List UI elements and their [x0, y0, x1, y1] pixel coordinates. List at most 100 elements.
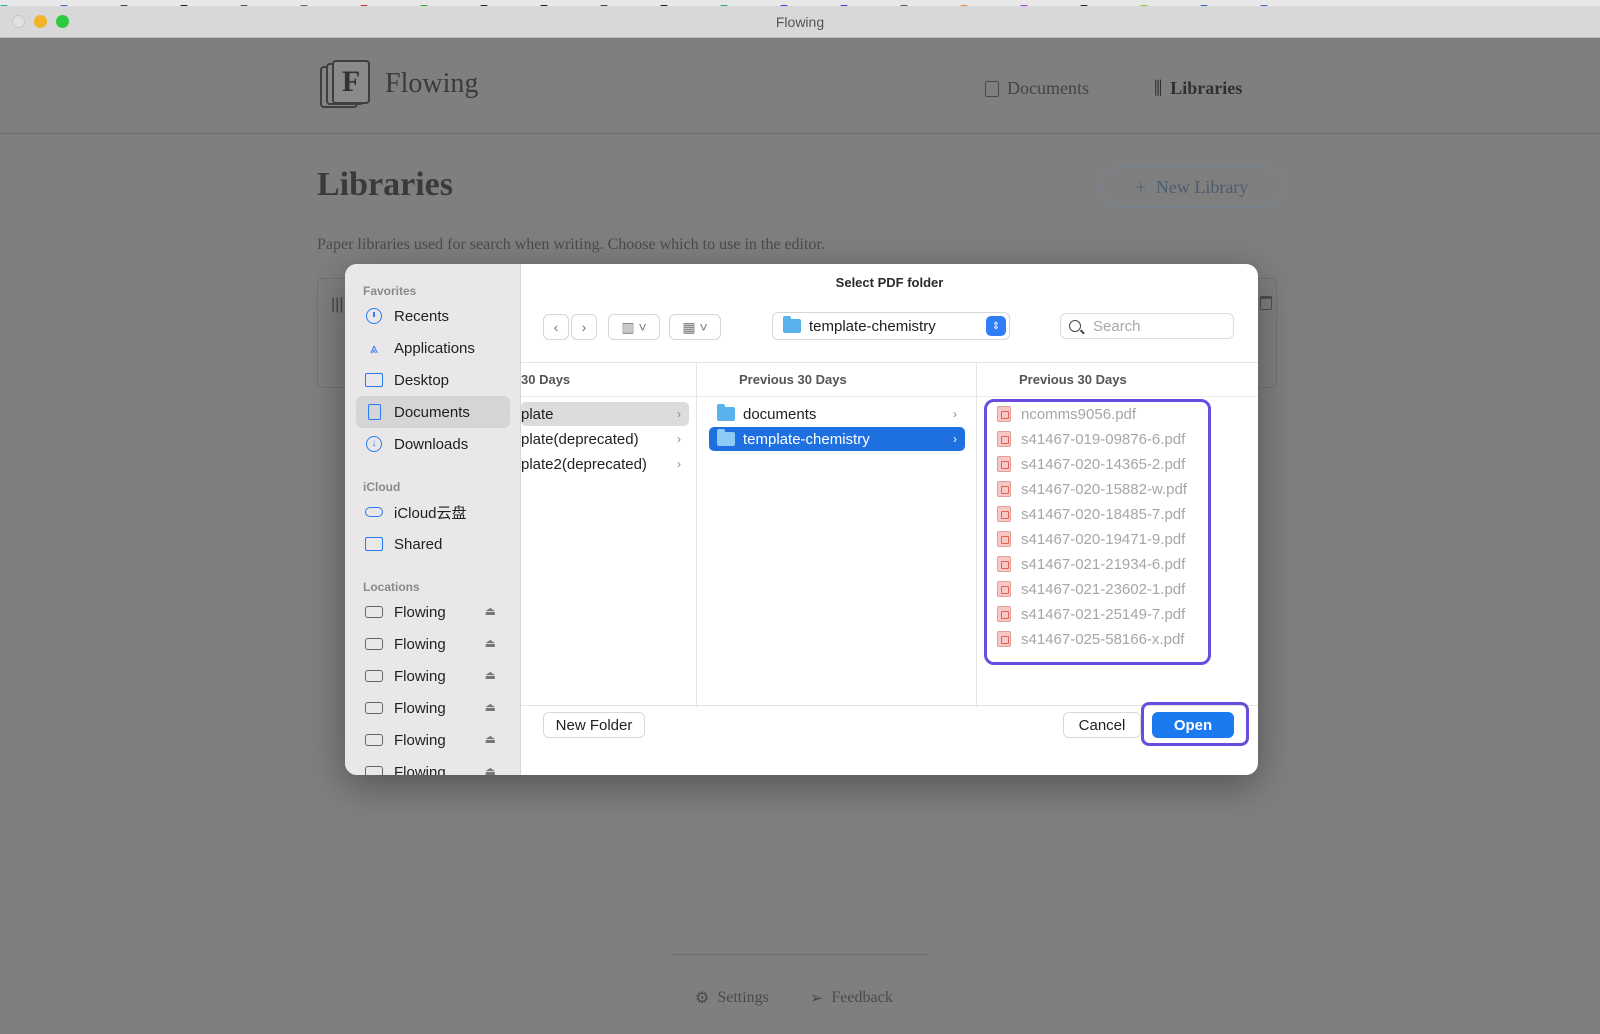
- column-browser: 30 Days plate › plate(deprecated) › plat…: [521, 362, 1258, 707]
- applications-icon: ⩓: [370, 339, 378, 356]
- sidebar-item-downloads[interactable]: ↓ Downloads: [356, 428, 510, 460]
- search-icon: [1069, 320, 1081, 332]
- item-label: plate2(deprecated): [521, 455, 647, 473]
- sidebar-item-label: Shared: [394, 535, 443, 553]
- chevron-right-icon: ›: [677, 457, 681, 471]
- desktop-icon: [365, 373, 383, 387]
- back-button[interactable]: ‹: [543, 314, 569, 340]
- new-library-label: New Library: [1155, 176, 1249, 197]
- sidebar-item-icloud-drive[interactable]: iCloud云盘: [356, 496, 510, 528]
- plus-icon: +: [1135, 176, 1146, 197]
- feedback-label: Feedback: [831, 989, 893, 1006]
- settings-label: Settings: [717, 989, 769, 1006]
- download-icon: ↓: [366, 436, 382, 452]
- icloud-section-label: iCloud: [363, 480, 401, 494]
- sidebar-item-label: Flowing: [394, 667, 446, 685]
- nav-libraries[interactable]: ⫼ Libraries: [1154, 78, 1242, 99]
- chevron-right-icon: ›: [953, 432, 957, 446]
- chevron-right-icon: ›: [677, 432, 681, 446]
- drive-icon: [365, 638, 383, 650]
- item-label: plate: [521, 405, 554, 423]
- search-field[interactable]: Search: [1060, 313, 1234, 339]
- new-folder-button[interactable]: New Folder: [543, 712, 645, 738]
- eject-icon[interactable]: ⏏: [485, 700, 496, 714]
- gear-icon: ⚙: [695, 990, 710, 1007]
- item-label: documents: [743, 405, 817, 423]
- browser-column: Previous 30 Days documents › template-ch…: [697, 363, 977, 707]
- search-placeholder: Search: [1093, 317, 1141, 335]
- sidebar-item-label: Flowing: [394, 731, 446, 749]
- sidebar-item-label: Flowing: [394, 635, 446, 653]
- browser-column: 30 Days plate › plate(deprecated) › plat…: [521, 363, 697, 707]
- sidebar-item-label: Flowing: [394, 699, 446, 717]
- shared-folder-icon: [365, 537, 383, 551]
- app-header: F Flowing Documents ⫼ Libraries: [0, 38, 1600, 134]
- library-bars-icon: |||: [331, 296, 344, 313]
- forward-button[interactable]: ›: [571, 314, 597, 340]
- sidebar-item-location[interactable]: Flowing ⏏: [356, 692, 510, 724]
- cancel-button[interactable]: Cancel: [1063, 712, 1141, 738]
- column-view-button[interactable]: ▥ ˅: [608, 314, 660, 340]
- list-item[interactable]: documents ›: [709, 402, 965, 426]
- grid-icon: ▦ ˅: [682, 318, 708, 335]
- sidebar-item-documents[interactable]: Documents: [356, 396, 510, 428]
- list-item[interactable]: plate(deprecated) ›: [521, 427, 689, 451]
- favorites-section-label: Favorites: [363, 284, 417, 298]
- sidebar-item-recents[interactable]: Recents: [356, 300, 510, 332]
- sidebar-item-location[interactable]: Flowing ⏏: [356, 724, 510, 756]
- drive-icon: [365, 702, 383, 714]
- eject-icon[interactable]: ⏏: [485, 636, 496, 650]
- nav-documents[interactable]: Documents: [985, 78, 1089, 99]
- titlebar: Flowing: [0, 6, 1600, 38]
- document-icon: [985, 80, 999, 97]
- chevron-right-icon: ›: [677, 407, 681, 421]
- app-name: Flowing: [385, 68, 479, 99]
- list-item-selected[interactable]: template-chemistry ›: [709, 427, 965, 451]
- nav-libraries-label: Libraries: [1170, 78, 1243, 98]
- item-label: plate(deprecated): [521, 430, 639, 448]
- eject-icon[interactable]: ⏏: [485, 668, 496, 682]
- page-subtitle: Paper libraries used for search when wri…: [317, 236, 825, 253]
- drive-icon: [365, 734, 383, 746]
- sidebar-item-label: Applications: [394, 339, 475, 357]
- columns-icon: ▥ ˅: [621, 318, 647, 335]
- chevron-right-icon: ›: [581, 319, 587, 335]
- cloud-icon: [365, 507, 383, 517]
- eject-icon[interactable]: ⏏: [485, 764, 496, 775]
- sidebar-item-label: iCloud云盘: [394, 504, 467, 522]
- up-down-chevron-icon: ⇕: [986, 316, 1006, 336]
- sidebar-item-shared[interactable]: Shared: [356, 528, 510, 560]
- folder-path-popup[interactable]: template-chemistry ⇕: [772, 312, 1010, 340]
- locations-section-label: Locations: [363, 580, 420, 594]
- document-icon: [367, 404, 381, 420]
- sidebar-item-applications[interactable]: ⩓ Applications: [356, 332, 510, 364]
- library-icon: ⫼: [1154, 78, 1163, 98]
- sidebar-item-location[interactable]: Flowing ⏏: [356, 596, 510, 628]
- column-header: 30 Days: [521, 363, 696, 397]
- footer-divider: [670, 954, 930, 955]
- list-item[interactable]: plate ›: [521, 402, 689, 426]
- list-item[interactable]: plate2(deprecated) ›: [521, 452, 689, 476]
- folder-icon: [783, 316, 801, 333]
- sidebar-item-label: Documents: [394, 403, 470, 421]
- send-icon: ➢: [810, 990, 824, 1007]
- open-highlight-box: [1141, 702, 1249, 746]
- sidebar-item-label: Flowing: [394, 763, 446, 776]
- sidebar-item-location[interactable]: Flowing ⏏: [356, 628, 510, 660]
- select-folder-dialog: Favorites Recents ⩓ Applications Desktop…: [345, 264, 1258, 775]
- new-library-button[interactable]: + New Library: [1100, 166, 1284, 208]
- sidebar-item-location[interactable]: Flowing ⏏: [356, 660, 510, 692]
- settings-link[interactable]: ⚙ Settings: [695, 988, 769, 1008]
- current-folder-label: template-chemistry: [809, 317, 936, 335]
- sidebar-item-label: Flowing: [394, 603, 446, 621]
- sidebar-item-location[interactable]: Flowing ⏏: [356, 756, 510, 775]
- eject-icon[interactable]: ⏏: [485, 604, 496, 618]
- sidebar-item-desktop[interactable]: Desktop: [356, 364, 510, 396]
- group-options-button[interactable]: ▦ ˅: [669, 314, 721, 340]
- folder-icon: [717, 429, 735, 446]
- eject-icon[interactable]: ⏏: [485, 732, 496, 746]
- logo-letter: F: [332, 60, 370, 104]
- trash-icon[interactable]: [1260, 296, 1272, 310]
- folder-icon: [717, 404, 735, 421]
- feedback-link[interactable]: ➢ Feedback: [810, 988, 893, 1008]
